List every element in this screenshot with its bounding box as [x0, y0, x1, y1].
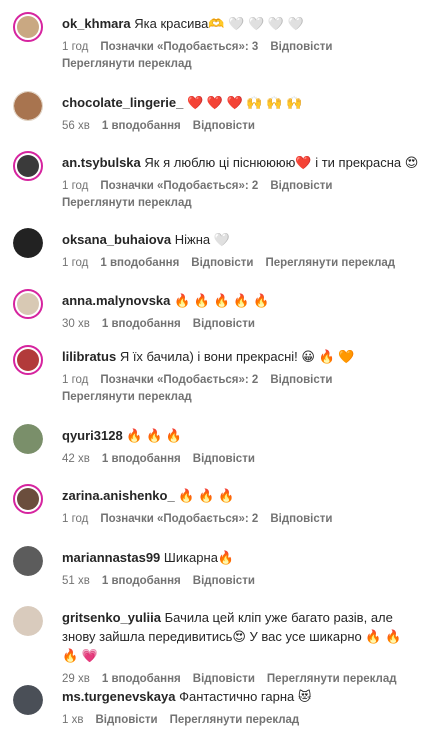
comment-time[interactable]: 29 хв	[62, 673, 90, 685]
avatar[interactable]	[13, 345, 43, 375]
comment-username[interactable]: oksana_buhaiova	[62, 232, 171, 247]
comment-username[interactable]: anna.malynovska	[62, 293, 170, 308]
reply-button[interactable]: Відповісти	[191, 257, 253, 269]
avatar[interactable]	[13, 91, 43, 121]
comment-text: 🔥 🔥 🔥	[126, 428, 183, 443]
avatar[interactable]	[13, 289, 43, 319]
avatar[interactable]	[13, 606, 43, 636]
likes-count[interactable]: 1 вподобання	[100, 257, 179, 269]
comment-time[interactable]: 1 год	[62, 180, 88, 192]
comment-text: Яка красива🫶 🤍 🤍 🤍 🤍	[134, 16, 304, 31]
comment-time[interactable]: 56 хв	[62, 120, 90, 132]
avatar[interactable]	[13, 12, 43, 42]
comment-text: Фантастично гарна 😻	[179, 689, 312, 704]
comment-time[interactable]: 1 год	[62, 257, 88, 269]
reply-button[interactable]: Відповісти	[270, 180, 332, 192]
comment-text: Як я люблю ці піснюююю❤️ і ти прекрасна …	[144, 155, 419, 170]
comment-time[interactable]: 1 год	[62, 374, 88, 386]
comment-username[interactable]: qyuri3128	[62, 428, 123, 443]
comment-time[interactable]: 1 год	[62, 513, 88, 525]
comment-username[interactable]: chocolate_lingerie_	[62, 95, 183, 110]
avatar[interactable]	[13, 151, 43, 181]
avatar[interactable]	[13, 546, 43, 576]
likes-count[interactable]: Позначки «Подобається»: 2	[100, 180, 258, 192]
reply-button[interactable]: Відповісти	[95, 714, 157, 726]
comments-list: ok_khmara Яка красива🫶 🤍 🤍 🤍 🤍 1 год Позн…	[0, 0, 428, 741]
comment-username[interactable]: ok_khmara	[62, 16, 131, 31]
comment-username[interactable]: ms.turgenevskaya	[62, 689, 175, 704]
reply-button[interactable]: Відповісти	[270, 41, 332, 53]
comment-username[interactable]: gritsenko_yuliia	[62, 610, 161, 625]
likes-count[interactable]: 1 вподобання	[102, 575, 181, 587]
see-translation-button[interactable]: Переглянути переклад	[62, 58, 192, 70]
comment-text: ❤️ ❤️ ❤️ 🙌 🙌 🙌	[187, 95, 303, 110]
comment-time[interactable]: 1 хв	[62, 714, 83, 726]
comment-username[interactable]: lilibratus	[62, 349, 116, 364]
avatar[interactable]	[13, 228, 43, 258]
reply-button[interactable]: Відповісти	[193, 575, 255, 587]
see-translation-button[interactable]: Переглянути переклад	[62, 197, 192, 209]
avatar[interactable]	[13, 685, 43, 715]
likes-count[interactable]: 1 вподобання	[102, 318, 181, 330]
likes-count[interactable]: Позначки «Подобається»: 2	[100, 513, 258, 525]
likes-count[interactable]: 1 вподобання	[102, 673, 181, 685]
avatar[interactable]	[13, 424, 43, 454]
see-translation-button[interactable]: Переглянути переклад	[265, 257, 395, 269]
reply-button[interactable]: Відповісти	[193, 318, 255, 330]
see-translation-button[interactable]: Переглянути переклад	[267, 673, 397, 685]
reply-button[interactable]: Відповісти	[270, 374, 332, 386]
see-translation-button[interactable]: Переглянути переклад	[62, 391, 192, 403]
avatar[interactable]	[13, 484, 43, 514]
reply-button[interactable]: Відповісти	[270, 513, 332, 525]
comment-text: 🔥 🔥 🔥	[178, 488, 235, 503]
reply-button[interactable]: Відповісти	[193, 673, 255, 685]
comment-text: Ніжна 🤍	[174, 232, 230, 247]
reply-button[interactable]: Відповісти	[193, 453, 255, 465]
comment-username[interactable]: zarina.anishenko_	[62, 488, 175, 503]
comment-username[interactable]: mariannastas99	[62, 550, 160, 565]
likes-count[interactable]: Позначки «Подобається»: 3	[100, 41, 258, 53]
comment-text: 🔥 🔥 🔥 🔥 🔥	[174, 293, 270, 308]
reply-button[interactable]: Відповісти	[193, 120, 255, 132]
comment-time[interactable]: 51 хв	[62, 575, 90, 587]
comment-username[interactable]: an.tsybulska	[62, 155, 141, 170]
comment-text: Шикарна🔥	[163, 550, 235, 565]
likes-count[interactable]: 1 вподобання	[102, 120, 181, 132]
comment-text: Я їх бачила) і вони прекрасні! 😀 🔥 🧡	[119, 349, 355, 364]
comment-time[interactable]: 1 год	[62, 41, 88, 53]
likes-count[interactable]: Позначки «Подобається»: 2	[100, 374, 258, 386]
see-translation-button[interactable]: Переглянути переклад	[170, 714, 300, 726]
comment-time[interactable]: 42 хв	[62, 453, 90, 465]
comment-time[interactable]: 30 хв	[62, 318, 90, 330]
likes-count[interactable]: 1 вподобання	[102, 453, 181, 465]
